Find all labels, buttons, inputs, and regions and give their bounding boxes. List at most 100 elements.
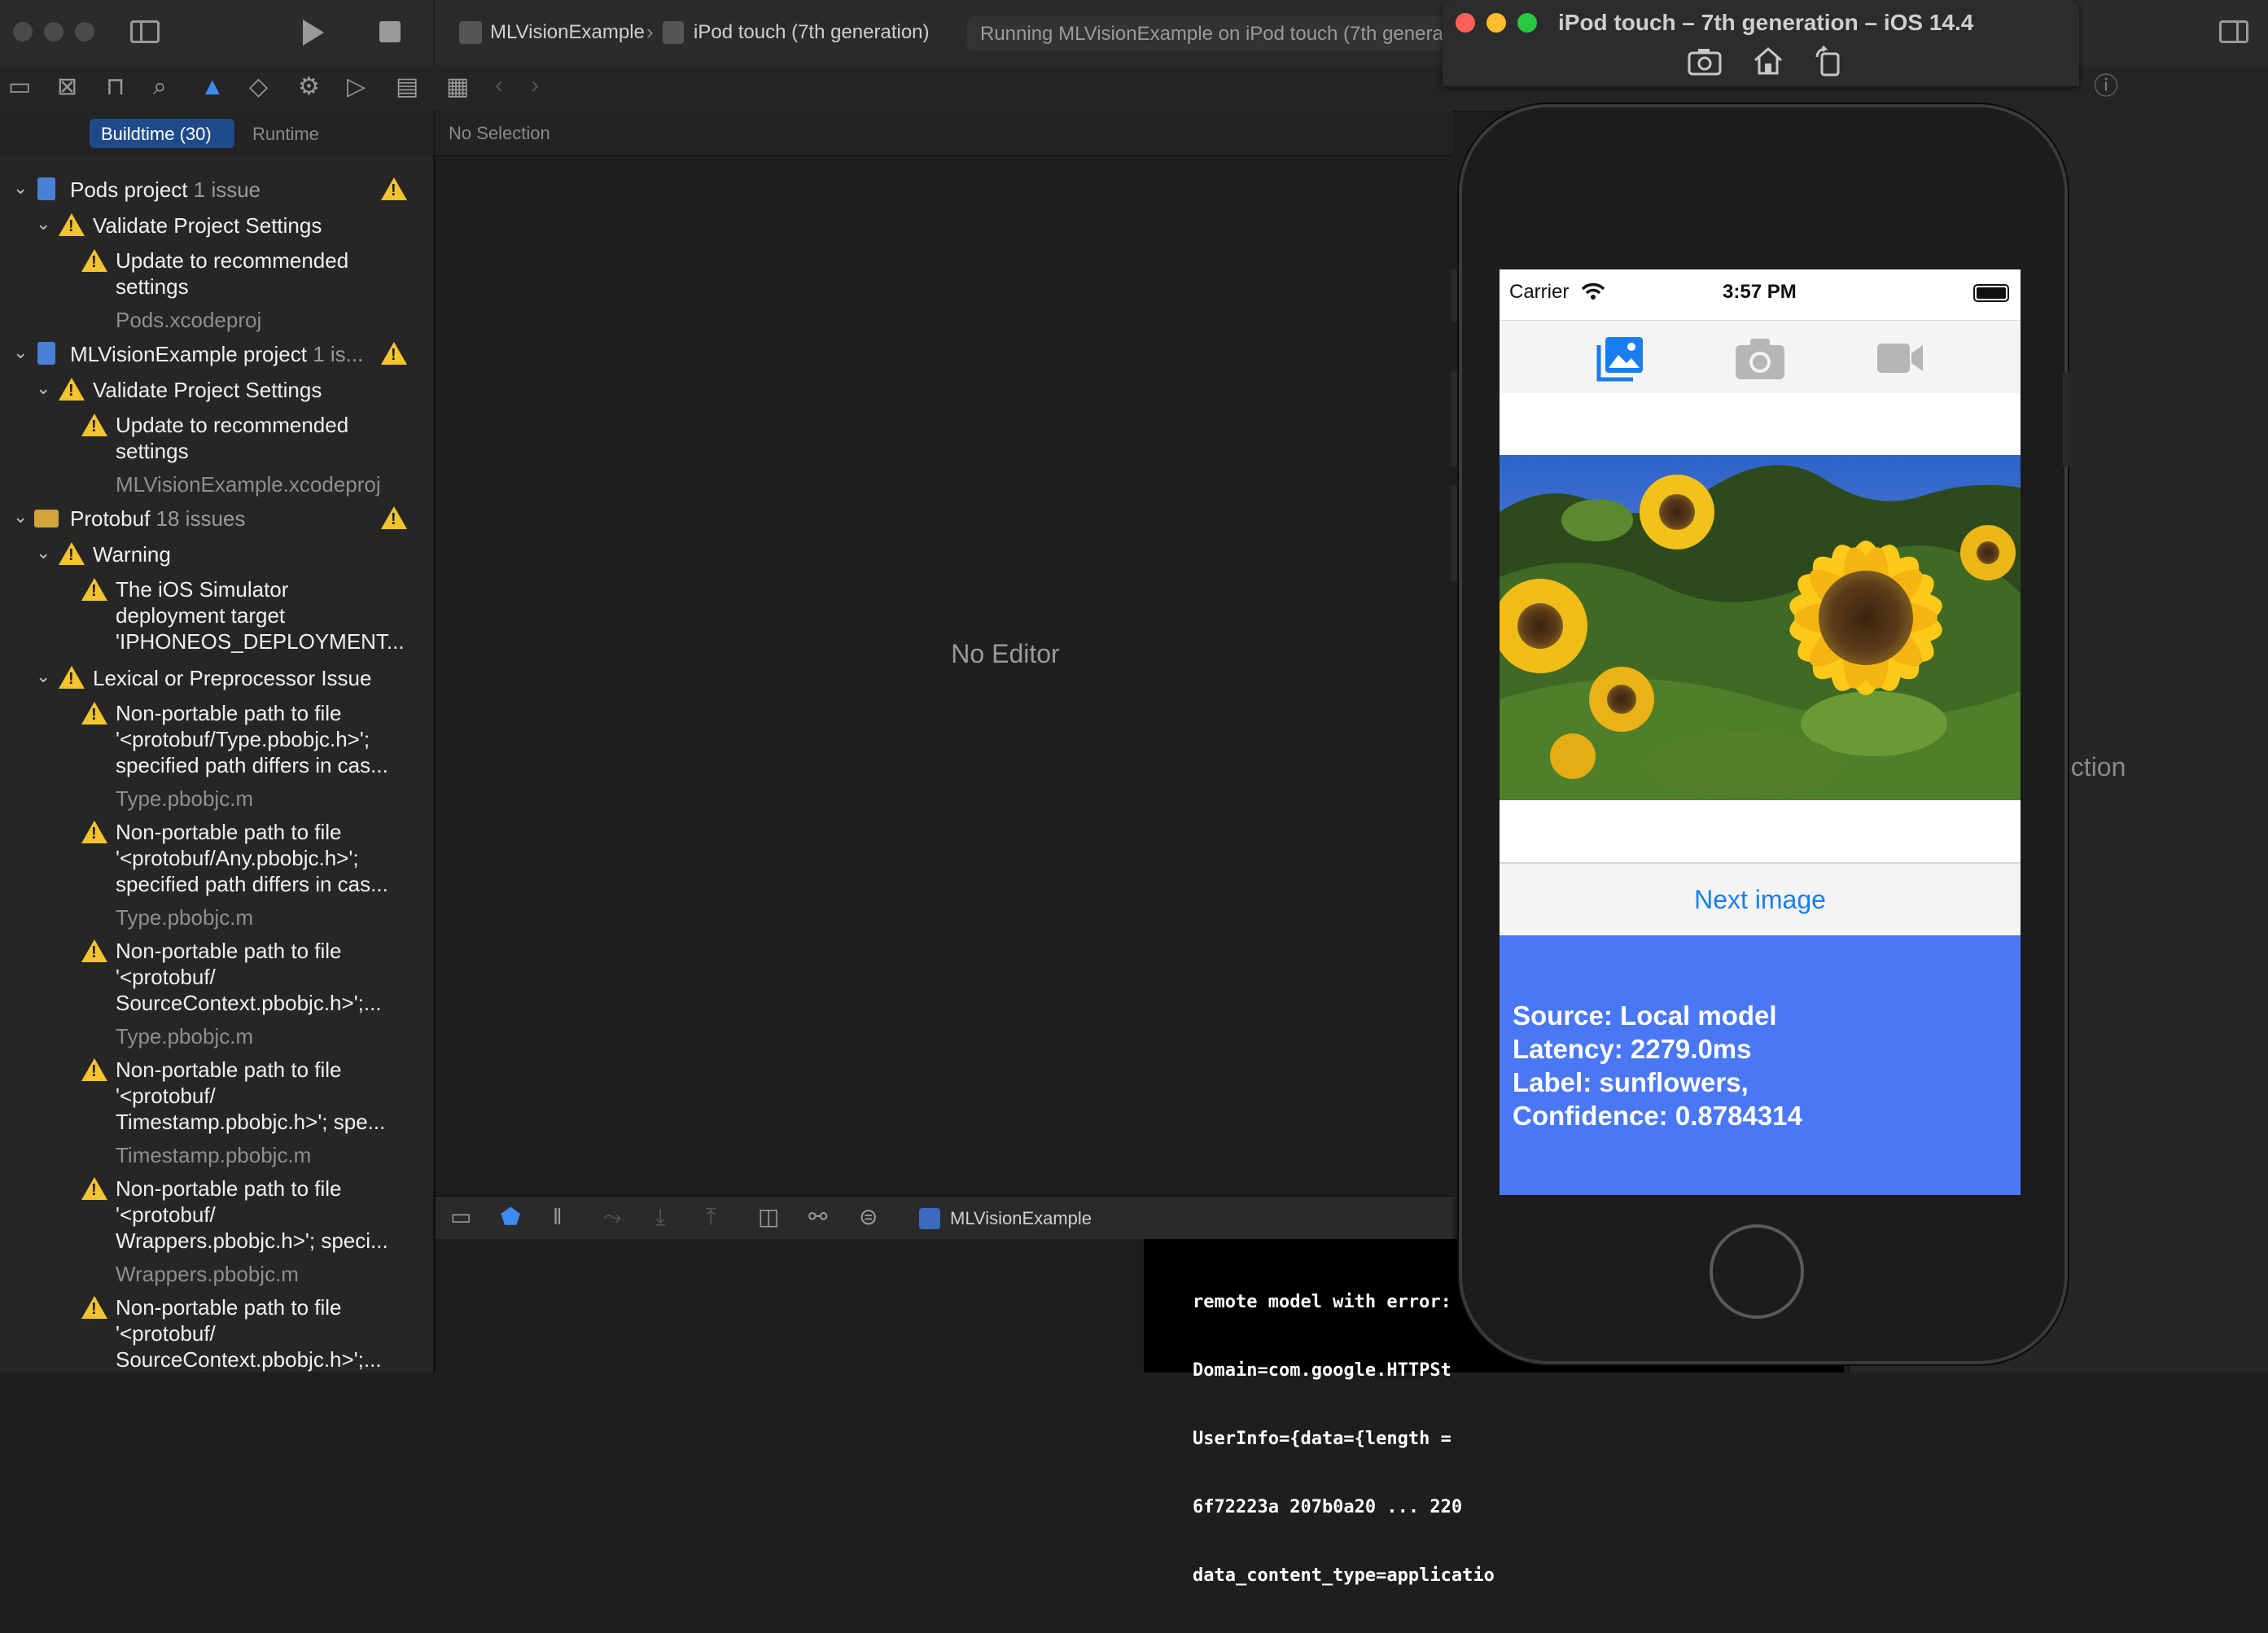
warning-icon <box>59 213 85 236</box>
simulator-zoom-button[interactable] <box>1517 13 1537 33</box>
photo-library-icon[interactable] <box>1594 334 1646 383</box>
process-target[interactable]: MLVisionExample <box>950 1208 1092 1229</box>
issue-row[interactable]: Non-portable path to file '<protobuf/ Wr… <box>0 1175 433 1289</box>
issue-line: '<protobuf/ <box>116 965 216 989</box>
video-camera-icon[interactable] <box>1876 340 1924 376</box>
symbol-icon[interactable]: ⊓ <box>106 75 125 99</box>
issue-row[interactable]: Non-portable path to file '<protobuf/Typ… <box>0 700 433 814</box>
issue-row[interactable]: Non-portable path to file '<protobuf/ So… <box>0 1294 433 1373</box>
report-icon[interactable]: ▤ <box>396 75 418 99</box>
forward-arrow-icon[interactable]: › <box>531 73 539 98</box>
grid-icon[interactable]: ▦ <box>446 75 469 99</box>
chevron-down-icon[interactable]: ⌄ <box>13 506 28 528</box>
category-validate-project-settings[interactable]: ⌄ Validate Project Settings <box>0 376 433 409</box>
issue-text: Non-portable path to file '<protobuf/ Wr… <box>116 1175 458 1254</box>
issue-row[interactable]: Update to recommended settings Pods.xcod… <box>0 247 433 332</box>
issue-line: 'IPHONEOS_DEPLOYMENT... <box>116 629 405 654</box>
pause-icon[interactable]: ‖ <box>553 1205 563 1229</box>
warning-icon <box>59 542 85 565</box>
console-line: data_content_type=applicatio <box>1193 1565 1495 1586</box>
issue-file: Type.pbobjc.m <box>116 786 254 811</box>
console-line: remote model with error: <box>1193 1292 1451 1312</box>
hide-debug-area-icon[interactable]: ▭ <box>450 1205 471 1229</box>
activity-view: Running MLVisionExample on iPod touch (7… <box>967 16 1456 50</box>
next-image-button[interactable]: Next image <box>1500 862 2021 935</box>
chevron-down-icon[interactable]: ⌄ <box>13 342 28 363</box>
power-button <box>2063 371 2069 467</box>
search-icon[interactable]: ⌕ <box>153 75 167 99</box>
home-icon[interactable] <box>1752 46 1784 77</box>
result-source: Source: Local model <box>1513 1000 1777 1031</box>
issue-file: Type.pbobjc.m <box>116 905 254 930</box>
simulator-close-button[interactable] <box>1456 13 1475 33</box>
group-mlvisionexample-project[interactable]: ⌄ MLVisionExample project 1 is... <box>0 340 433 373</box>
issue-line: Non-portable path to file <box>116 1057 342 1082</box>
simulator-minimize-button[interactable] <box>1486 13 1506 33</box>
minimize-window-button[interactable] <box>44 22 63 42</box>
issue-text: The iOS Simulator deployment target 'IPH… <box>116 576 458 655</box>
issue-row[interactable]: Non-portable path to file '<protobuf/Any… <box>0 819 433 933</box>
category-validate-project-settings[interactable]: ⌄ Validate Project Settings <box>0 212 433 244</box>
issue-line: Non-portable path to file <box>116 820 342 844</box>
step-out-icon[interactable]: ⤒ <box>706 1205 716 1229</box>
issue-text: Non-portable path to file '<protobuf/ So… <box>116 1294 433 1373</box>
warning-icon <box>59 378 85 401</box>
console-line: Domain=com.google.HTTPSt <box>1193 1360 1451 1381</box>
help-icon[interactable]: ⓘ <box>2094 75 2118 99</box>
warning-icon <box>81 1177 107 1200</box>
issue-filter-bar: Buildtime (30) Runtime <box>0 111 433 156</box>
issue-row[interactable]: The iOS Simulator deployment target 'IPH… <box>0 576 433 658</box>
chevron-down-icon[interactable]: ⌄ <box>36 542 50 563</box>
category-warning[interactable]: ⌄ Warning <box>0 541 433 573</box>
view-hierarchy-icon[interactable]: ◫ <box>758 1205 779 1229</box>
issue-line: Non-portable path to file <box>116 1176 342 1201</box>
category-title: Warning <box>93 542 171 567</box>
inspector-toggle-icon[interactable] <box>2219 20 2248 43</box>
issue-row[interactable]: Non-portable path to file '<protobuf/ So… <box>0 938 433 1052</box>
run-icon[interactable] <box>303 20 324 46</box>
destination-selector[interactable]: iPod touch (7th generation) <box>694 21 930 44</box>
breakpoint-icon[interactable]: ▷ <box>347 75 366 99</box>
segment-buildtime[interactable]: Buildtime (30) <box>90 119 234 148</box>
screenshot-icon[interactable] <box>1687 47 1723 77</box>
chevron-down-icon[interactable]: ⌄ <box>36 666 50 687</box>
source-control-icon[interactable]: ⊠ <box>57 75 77 99</box>
home-button[interactable] <box>1710 1224 1804 1319</box>
group-count: 1 is... <box>313 342 364 366</box>
category-lexical-or-preprocessor-issue[interactable]: ⌄ Lexical or Preprocessor Issue <box>0 664 433 697</box>
camera-icon[interactable] <box>1734 335 1786 381</box>
issue-line: Update to recommended <box>116 248 349 273</box>
chevron-down-icon[interactable]: ⌄ <box>13 177 28 199</box>
clock-label: 3:57 PM <box>1723 281 1797 303</box>
back-arrow-icon[interactable]: ‹ <box>495 73 503 98</box>
breakpoints-toggle-icon[interactable]: ⬟ <box>501 1205 520 1229</box>
chevron-down-icon[interactable]: ⌄ <box>36 378 50 399</box>
segment-runtime[interactable]: Runtime <box>252 124 319 145</box>
stop-icon[interactable] <box>379 21 401 42</box>
sidebar-toggle-icon[interactable] <box>130 20 160 43</box>
close-window-button[interactable] <box>13 22 33 42</box>
step-into-icon[interactable]: ⤓ <box>655 1205 665 1229</box>
test-icon[interactable]: ◇ <box>249 75 268 99</box>
results-panel: Source: Local model Latency: 2279.0ms La… <box>1500 935 2021 1195</box>
issue-row[interactable]: Non-portable path to file '<protobuf/ Ti… <box>0 1057 433 1171</box>
no-editor-label: No Editor <box>951 638 1060 668</box>
chevron-down-icon[interactable]: ⌄ <box>36 213 50 234</box>
issue-line: specified path differs in cas... <box>116 753 388 777</box>
group-protobuf[interactable]: ⌄ Protobuf 18 issues <box>0 505 433 537</box>
warning-icon <box>81 414 107 436</box>
warning-icon <box>81 1296 107 1319</box>
rotate-icon[interactable] <box>1814 46 1843 77</box>
environment-overrides-icon[interactable]: ⊜ <box>859 1205 878 1229</box>
category-title: Validate Project Settings <box>93 213 322 238</box>
folder-icon[interactable]: ▭ <box>8 75 31 99</box>
issue-row[interactable]: Update to recommended settings MLVisionE… <box>0 412 433 497</box>
debug-icon[interactable]: ⚙ <box>298 75 320 99</box>
memory-graph-icon[interactable]: ⚯ <box>808 1205 827 1229</box>
group-pods-project[interactable]: ⌄ Pods project 1 issue <box>0 176 433 208</box>
step-over-icon[interactable]: ⤳ <box>603 1205 621 1229</box>
scheme-selector[interactable]: MLVisionExample <box>490 21 645 44</box>
zoom-window-button[interactable] <box>75 22 94 42</box>
issue-line: Wrappers.pbobjc.h>'; speci... <box>116 1228 388 1253</box>
issue-navigator-icon[interactable]: ▲ <box>200 75 225 99</box>
